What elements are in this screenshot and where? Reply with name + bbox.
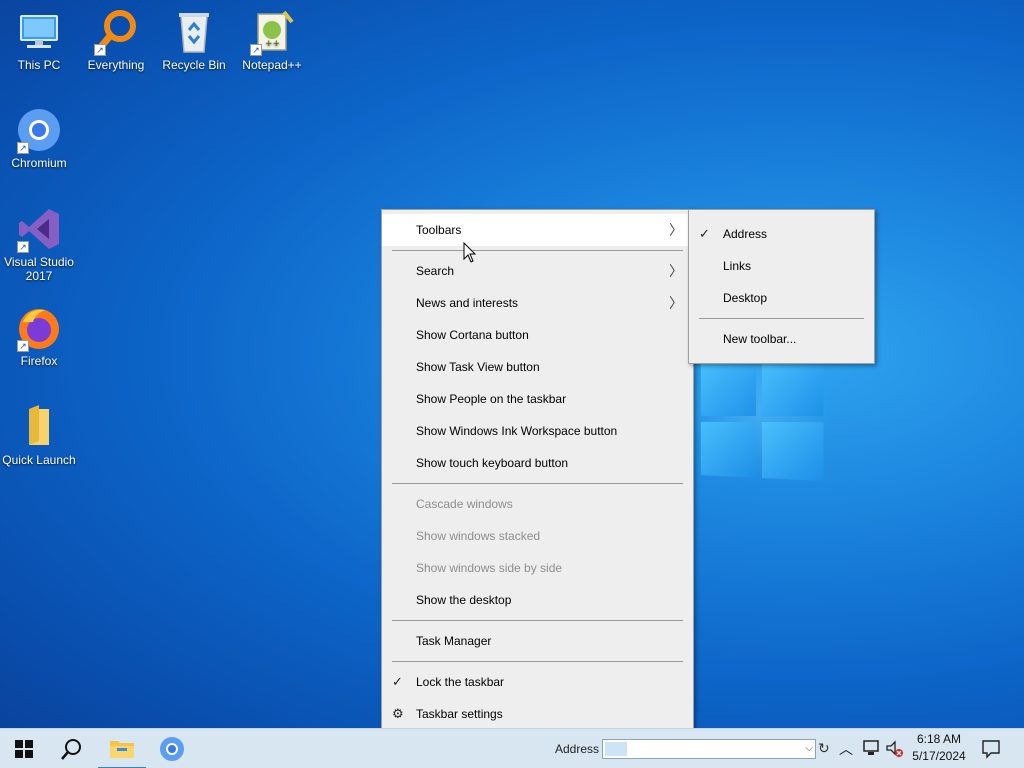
menu-item-show-windows-stacked: Show windows stacked <box>416 529 541 543</box>
desktop-icon-notepad-plus-plus[interactable]: ++ ↗ Notepad++ <box>234 8 310 72</box>
desktop-icon-chromium[interactable]: ↗ Chromium <box>1 106 77 170</box>
desktop-icon-label: This PC <box>17 58 61 72</box>
menu-separator <box>392 661 683 662</box>
desktop-icon-label: Firefox <box>20 354 58 368</box>
desktop-icon-label: Quick Launch <box>2 453 76 467</box>
file-explorer-icon <box>110 741 134 758</box>
windows-logo-icon <box>15 740 33 758</box>
toolbars-submenu: ✓ Address Links Desktop New toolbar... <box>688 209 875 364</box>
clock-date[interactable]: 5/17/2024 <box>908 749 970 763</box>
menu-separator <box>699 318 864 319</box>
menu-item-cascade-windows: Cascade windows <box>416 497 513 511</box>
shortcut-arrow-icon: ↗ <box>17 142 29 154</box>
computer-icon <box>15 8 63 56</box>
menu-item-news-and-interests[interactable]: News and interests 〉 <box>382 287 693 319</box>
menu-separator <box>392 483 683 484</box>
shortcut-arrow-icon: ↗ <box>94 44 106 56</box>
firefox-icon: ↗ <box>15 304 63 352</box>
network-icon[interactable] <box>862 740 880 759</box>
menu-item-show-the-desktop[interactable]: Show the desktop <box>382 584 693 616</box>
desktop-icon-label: Chromium <box>11 156 67 170</box>
search-icon <box>61 739 81 760</box>
submenu-item-links[interactable]: Links <box>689 250 874 282</box>
folder-icon <box>15 403 63 451</box>
chromium-icon: ↗ <box>15 106 63 154</box>
desktop-icon-label: Notepad++ <box>242 58 302 72</box>
desktop-icon-recycle-bin[interactable]: Recycle Bin <box>156 8 232 72</box>
notepad-plus-plus-icon: ++ ↗ <box>248 8 296 56</box>
shortcut-arrow-icon: ↗ <box>17 340 29 352</box>
menu-item-show-people[interactable]: Show People on the taskbar <box>382 383 693 415</box>
desktop-icon-quick-launch[interactable]: Quick Launch <box>1 403 77 467</box>
action-center-button[interactable] <box>981 739 1001 762</box>
refresh-icon[interactable]: ↻ <box>818 740 830 757</box>
submenu-item-address[interactable]: ✓ Address <box>689 218 874 250</box>
menu-separator <box>392 620 683 621</box>
taskbar-context-menu: Toolbars 〉 Search 〉 News and interests 〉… <box>381 209 694 735</box>
submenu-item-new-toolbar[interactable]: New toolbar... <box>689 323 874 355</box>
chevron-right-icon: 〉 <box>669 263 683 279</box>
desktop-icon-visual-studio[interactable]: ↗ Visual Studio 2017 <box>1 205 77 283</box>
menu-item-search[interactable]: Search 〉 <box>382 255 693 287</box>
shortcut-arrow-icon: ↗ <box>17 241 29 253</box>
volume-muted-icon[interactable] <box>886 740 904 761</box>
recycle-bin-icon <box>170 8 218 56</box>
menu-item-task-manager[interactable]: Task Manager <box>382 625 693 657</box>
menu-item-show-windows-side-by-side: Show windows side by side <box>416 561 563 575</box>
visual-studio-icon: ↗ <box>15 205 63 253</box>
menu-separator <box>392 250 683 251</box>
address-toolbar-label: Address <box>555 742 600 756</box>
submenu-item-desktop[interactable]: Desktop <box>689 282 874 314</box>
menu-item-show-cortana-button[interactable]: Show Cortana button <box>382 319 693 351</box>
menu-item-show-touch-keyboard[interactable]: Show touch keyboard button <box>382 447 693 479</box>
checkmark-icon: ✓ <box>392 674 403 689</box>
search-button[interactable] <box>48 729 96 768</box>
show-hidden-icons-chevron-up-icon[interactable]: ︿ <box>839 739 853 759</box>
desktop-icon-this-pc[interactable]: This PC <box>1 8 77 72</box>
mouse-cursor-icon <box>463 241 477 267</box>
start-button[interactable] <box>0 729 48 768</box>
notification-icon <box>982 740 1000 759</box>
menu-item-taskbar-settings[interactable]: ⚙ Taskbar settings <box>382 698 693 730</box>
desktop-icon-label: Visual Studio 2017 <box>4 255 74 283</box>
address-input[interactable]: ⌵ <box>602 739 816 759</box>
checkmark-icon: ✓ <box>699 226 710 241</box>
gear-icon: ⚙ <box>392 706 404 721</box>
windows-logo-wallpaper <box>700 356 824 482</box>
chevron-down-icon[interactable]: ⌵ <box>805 740 813 758</box>
address-input-selection <box>605 742 627 756</box>
taskbar-chromium-button[interactable] <box>148 729 196 768</box>
desktop-icon-everything[interactable]: ↗ Everything <box>78 8 154 72</box>
shortcut-arrow-icon: ↗ <box>250 44 262 56</box>
menu-item-lock-the-taskbar[interactable]: ✓ Lock the taskbar <box>382 666 693 698</box>
desktop-icon-label: Everything <box>87 58 145 72</box>
desktop-icon-label: Recycle Bin <box>162 58 226 72</box>
menu-item-show-windows-ink[interactable]: Show Windows Ink Workspace button <box>382 415 693 447</box>
taskbar: Address ⌵ ↻ ︿ 6:18 AM 5/17/2024 <box>0 728 1024 768</box>
menu-item-show-task-view-button[interactable]: Show Task View button <box>382 351 693 383</box>
magnifier-icon: ↗ <box>92 8 140 56</box>
svg-text:++: ++ <box>265 39 280 49</box>
chevron-right-icon: 〉 <box>669 222 683 238</box>
menu-item-toolbars[interactable]: Toolbars 〉 <box>382 214 693 246</box>
taskbar-file-explorer-button[interactable] <box>98 729 146 768</box>
chromium-icon <box>160 737 184 761</box>
desktop-icon-firefox[interactable]: ↗ Firefox <box>1 304 77 368</box>
clock-time[interactable]: 6:18 AM <box>908 732 970 746</box>
chevron-right-icon: 〉 <box>669 295 683 311</box>
